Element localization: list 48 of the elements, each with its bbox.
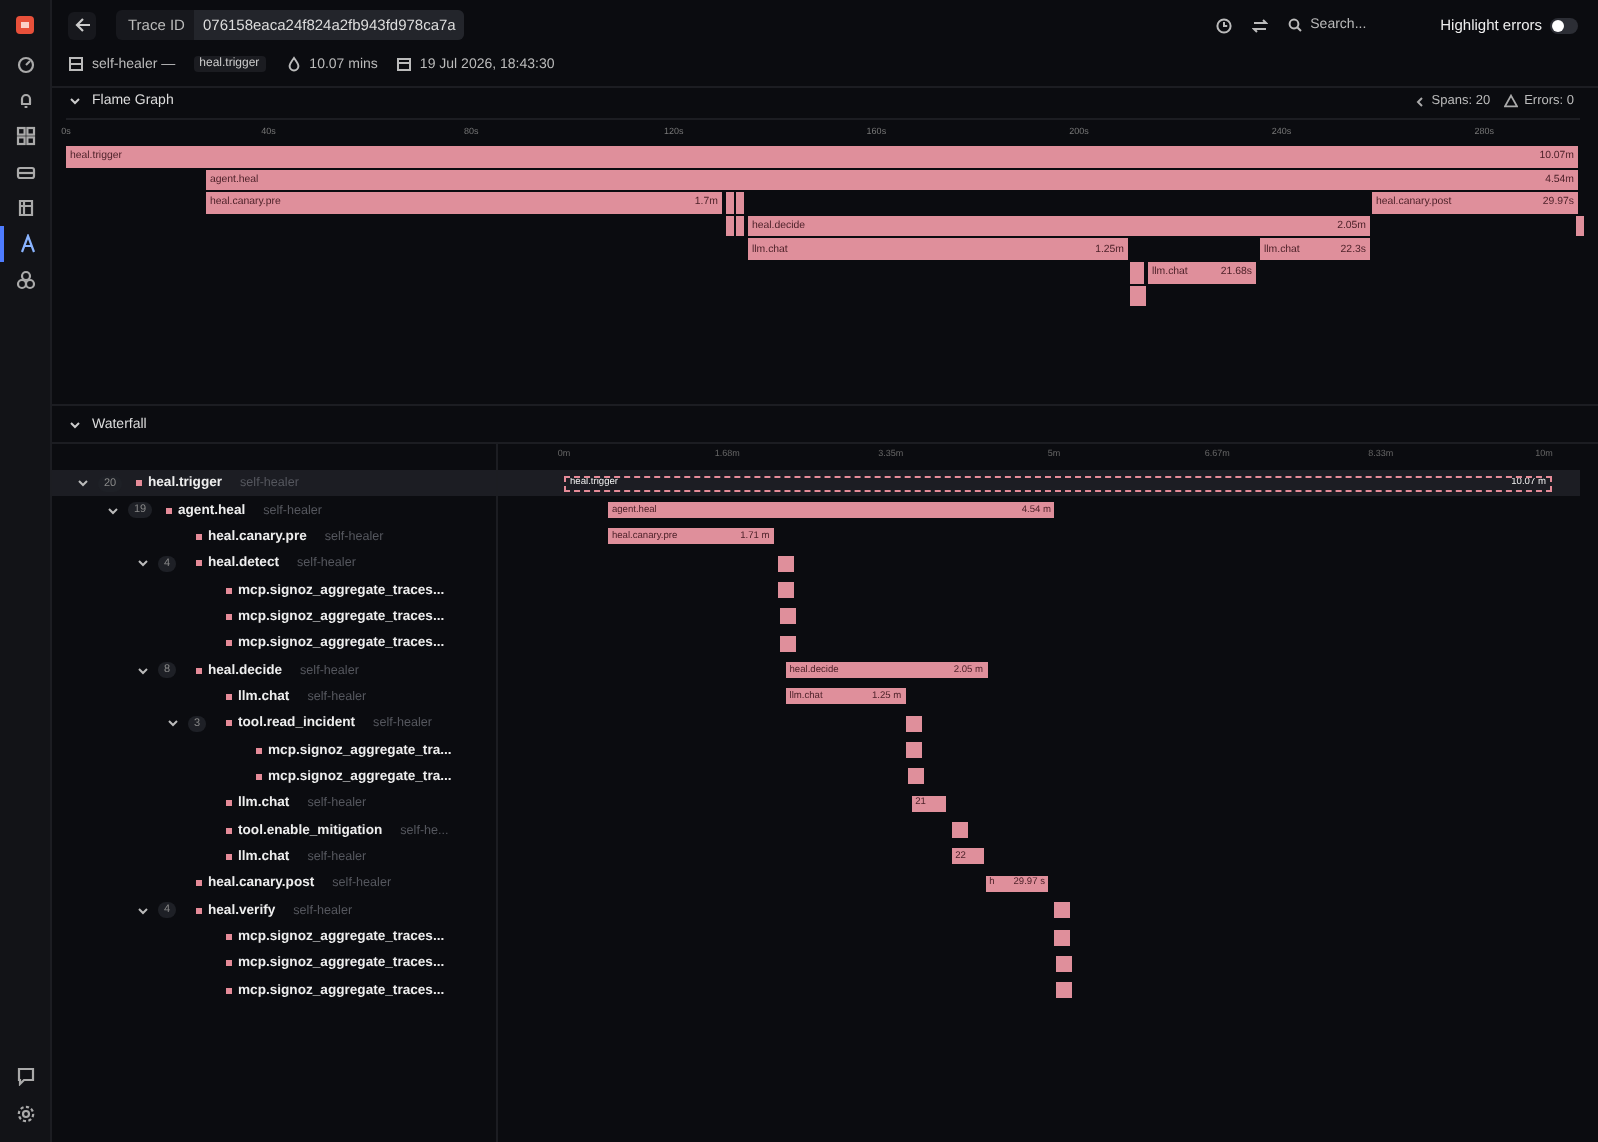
span-bar[interactable] (779, 635, 796, 652)
flame-bar[interactable] (736, 215, 746, 237)
person-icon (17, 234, 37, 254)
span-bar[interactable] (907, 768, 924, 785)
span-bar[interactable] (905, 742, 922, 759)
span-bar[interactable] (905, 715, 922, 732)
flame-bar[interactable] (726, 215, 736, 237)
chevron-down-icon[interactable] (136, 556, 150, 571)
timer-icon (285, 56, 302, 72)
gauge-icon (15, 54, 35, 74)
chat-icon[interactable] (15, 1066, 35, 1086)
search-icon[interactable] (1288, 18, 1303, 32)
chevron-down-icon[interactable] (76, 476, 90, 491)
span-bar[interactable] (777, 555, 794, 572)
chevron-down-icon[interactable] (136, 903, 150, 918)
back-button[interactable] (68, 11, 96, 39)
flame-bar[interactable] (726, 192, 736, 214)
inbox-icon (15, 162, 35, 182)
grid-icon (15, 126, 35, 146)
logo-icon (16, 16, 34, 34)
flame-bar[interactable] (736, 192, 746, 214)
span-bar[interactable] (777, 582, 794, 599)
chevron-down-icon (68, 417, 82, 431)
flame-bar[interactable] (1130, 262, 1146, 283)
span-bar[interactable] (779, 608, 796, 625)
bell-icon (15, 90, 35, 110)
warning-icon (1504, 94, 1519, 108)
chevron-left-icon (1413, 95, 1426, 107)
table-icon (15, 198, 35, 218)
service-icon (68, 56, 84, 72)
flame-bar[interactable] (1576, 215, 1586, 237)
chevron-down-icon[interactable] (136, 663, 150, 678)
back-arrow-icon (73, 16, 91, 34)
chevron-down-icon (68, 94, 82, 108)
flame-bar[interactable] (1137, 285, 1148, 307)
swap-icon[interactable] (1252, 17, 1269, 33)
chevron-down-icon[interactable] (106, 503, 120, 518)
span-bar[interactable] (1056, 955, 1073, 972)
calendar-icon (395, 56, 412, 72)
highlight-errors-toggle[interactable] (1550, 17, 1578, 33)
circles-icon (15, 270, 35, 290)
chevron-down-icon[interactable] (166, 716, 180, 731)
span-bar[interactable] (951, 822, 968, 839)
span-bar[interactable] (1054, 902, 1071, 919)
span-bar[interactable] (1054, 929, 1071, 946)
clock-icon[interactable] (1216, 17, 1233, 33)
settings-icon[interactable] (15, 1104, 35, 1124)
span-bar[interactable] (1056, 982, 1073, 999)
